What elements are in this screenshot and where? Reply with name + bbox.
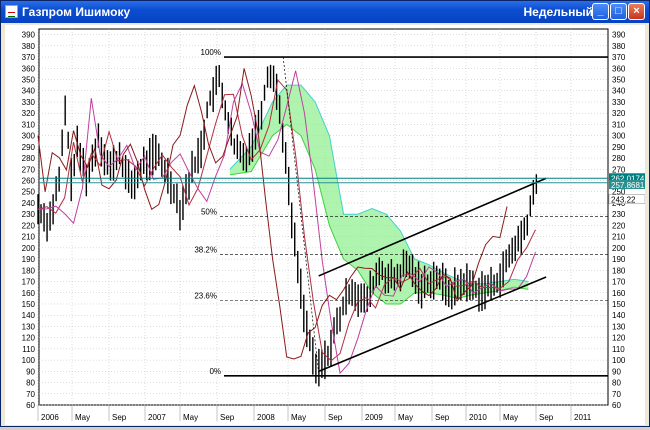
- y-tick-label-left: 60: [26, 401, 35, 410]
- x-tick-label: Sep: [220, 413, 235, 422]
- y-tick-label-left: 230: [22, 210, 36, 219]
- window-title: Газпром Ишимоку: [22, 5, 131, 19]
- y-tick-label-right: 390: [612, 31, 626, 40]
- y-tick-label-right: 60: [612, 401, 621, 410]
- y-tick-label-left: 170: [22, 278, 36, 287]
- ichimoku-chart[interactable]: 390 390 380 380 370 370 360 360 350 350 340 340 330 3…: [5, 25, 646, 425]
- fib-level-label: 100%: [201, 48, 221, 57]
- y-tick-label-right: 230: [612, 210, 626, 219]
- y-tick-label-right: 350: [612, 76, 626, 85]
- fib-level-label: 0%: [209, 367, 221, 376]
- x-tick-label: 2006: [41, 413, 59, 422]
- y-tick-label-left: 260: [22, 177, 36, 186]
- x-tick-label: May: [503, 413, 518, 422]
- timeframe-label: Недельный: [523, 5, 593, 19]
- y-tick-label-right: 200: [612, 244, 626, 253]
- y-tick-label-left: 330: [22, 98, 36, 107]
- x-tick-label: 2011: [574, 413, 592, 422]
- x-tick-label: Sep: [328, 413, 343, 422]
- y-tick-label-left: 360: [22, 64, 36, 73]
- maximize-button[interactable]: □: [610, 3, 627, 20]
- y-tick-label-left: 90: [26, 367, 35, 376]
- y-tick-label-left: 390: [22, 31, 36, 40]
- x-tick-label: 2009: [365, 413, 383, 422]
- y-tick-label-left: 130: [22, 322, 36, 331]
- y-tick-label-right: 130: [612, 322, 626, 331]
- y-tick-label-right: 160: [612, 289, 626, 298]
- y-tick-label-right: 140: [612, 311, 626, 320]
- y-tick-label-right: 270: [612, 165, 626, 174]
- y-tick-label-right: 290: [612, 143, 626, 152]
- minimize-button[interactable]: _: [592, 3, 609, 20]
- chart-app-icon: [5, 5, 18, 18]
- x-tick-label: 2007: [148, 413, 166, 422]
- y-tick-label-left: 380: [22, 42, 36, 51]
- y-tick-label-left: 270: [22, 165, 36, 174]
- y-tick-label-left: 300: [22, 132, 36, 141]
- y-tick-label-right: 370: [612, 53, 626, 62]
- y-tick-label-right: 170: [612, 278, 626, 287]
- x-tick-label: 2010: [469, 413, 487, 422]
- chart-area[interactable]: 390 390 380 380 370 370 360 360 350 350 340 340 330 3…: [5, 25, 646, 425]
- y-tick-label-left: 190: [22, 255, 36, 264]
- title-bar[interactable]: Газпром Ишимоку Недельный _ □ ×: [1, 1, 649, 23]
- y-tick-label-left: 290: [22, 143, 36, 152]
- y-tick-label-left: 220: [22, 221, 36, 230]
- y-tick-label-left: 140: [22, 311, 36, 320]
- y-tick-label-left: 200: [22, 244, 36, 253]
- y-tick-label-right: 320: [612, 109, 626, 118]
- y-tick-label-right: 300: [612, 132, 626, 141]
- y-tick-label-right: 280: [612, 154, 626, 163]
- fib-level-label: 23.6%: [194, 292, 217, 301]
- x-tick-label: May: [75, 413, 90, 422]
- price-label: 257.8681: [611, 181, 645, 190]
- fib-level-label: 38.2%: [194, 246, 217, 255]
- y-tick-label-right: 90: [612, 367, 621, 376]
- y-tick-label-right: 110: [612, 345, 625, 354]
- x-tick-label: Sep: [435, 413, 450, 422]
- y-tick-label-left: 180: [22, 266, 36, 275]
- y-tick-label-left: 310: [22, 120, 36, 129]
- y-tick-label-left: 370: [22, 53, 36, 62]
- x-tick-label: May: [183, 413, 198, 422]
- price-label: 243.22: [611, 196, 636, 205]
- y-tick-label-right: 120: [612, 334, 626, 343]
- y-tick-label-right: 220: [612, 221, 626, 230]
- y-tick-label-right: 100: [612, 356, 626, 365]
- x-tick-label: 2008: [257, 413, 275, 422]
- y-tick-label-left: 160: [22, 289, 36, 298]
- x-tick-label: May: [291, 413, 306, 422]
- y-tick-label-right: 360: [612, 64, 626, 73]
- y-tick-label-left: 240: [22, 199, 36, 208]
- y-tick-label-right: 180: [612, 266, 626, 275]
- x-tick-label: Sep: [112, 413, 127, 422]
- chart-window: Газпром Ишимоку Недельный _ □ × 390 390 38…: [0, 0, 650, 427]
- x-tick-label: May: [398, 413, 413, 422]
- y-tick-label-right: 210: [612, 233, 626, 242]
- y-tick-label-left: 80: [26, 379, 35, 388]
- y-tick-label-left: 150: [22, 300, 36, 309]
- y-tick-label-right: 70: [612, 390, 621, 399]
- y-tick-label-left: 210: [22, 233, 36, 242]
- y-tick-label-right: 340: [612, 87, 626, 96]
- y-tick-label-left: 250: [22, 188, 36, 197]
- y-tick-label-left: 100: [22, 356, 36, 365]
- y-tick-label-right: 80: [612, 379, 621, 388]
- close-button[interactable]: ×: [628, 3, 645, 20]
- y-tick-label-left: 70: [26, 390, 35, 399]
- y-tick-label-left: 280: [22, 154, 36, 163]
- x-tick-label: Sep: [539, 413, 554, 422]
- y-tick-label-right: 330: [612, 98, 626, 107]
- y-tick-label-left: 110: [22, 345, 35, 354]
- y-tick-label-right: 190: [612, 255, 626, 264]
- plot-frame: [38, 28, 609, 406]
- y-tick-label-left: 120: [22, 334, 36, 343]
- y-tick-label-right: 150: [612, 300, 626, 309]
- y-tick-label-right: 310: [612, 120, 626, 129]
- y-tick-label-left: 340: [22, 87, 36, 96]
- fib-level-label: 50%: [201, 207, 217, 216]
- y-tick-label-left: 320: [22, 109, 36, 118]
- y-tick-label-left: 350: [22, 76, 36, 85]
- y-tick-label-right: 380: [612, 42, 626, 51]
